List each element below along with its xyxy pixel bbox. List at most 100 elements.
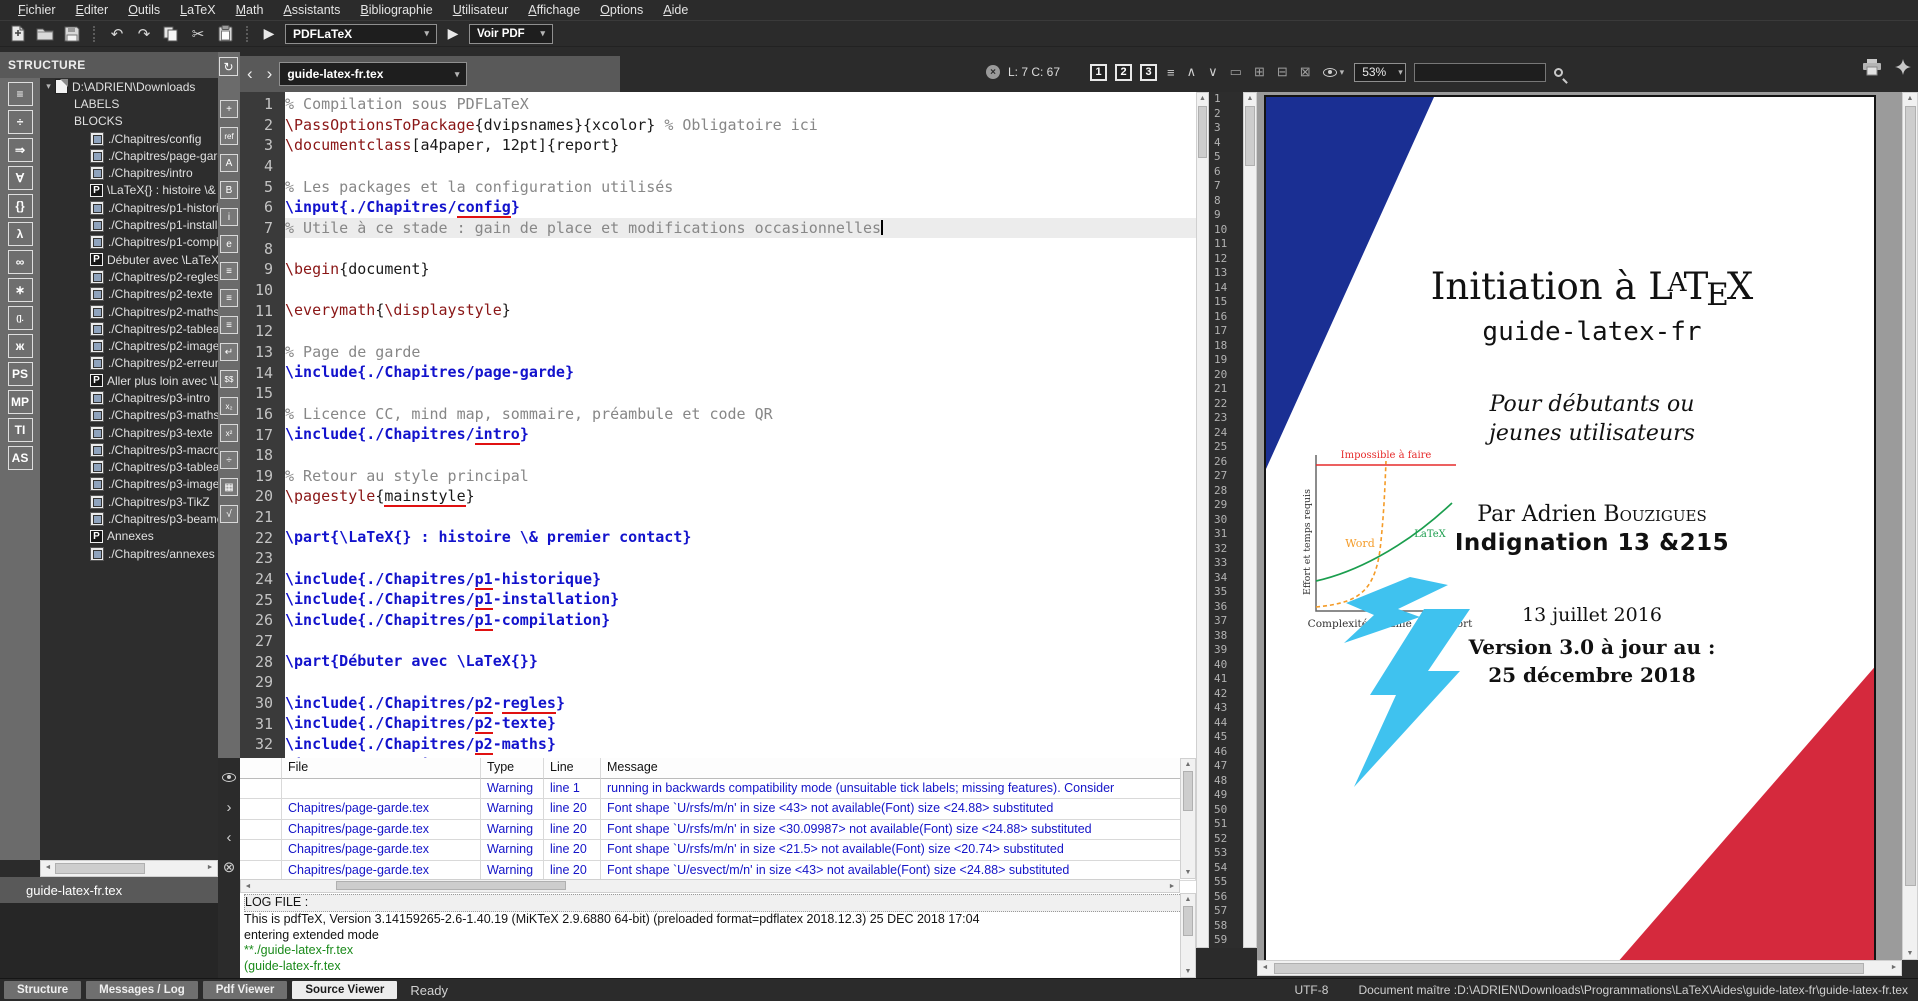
code-line-30[interactable]: \include{./Chapitres/p2-regles} bbox=[285, 693, 1196, 714]
code-line-13[interactable]: % Page de garde bbox=[285, 342, 1196, 363]
cut-icon[interactable]: ✂ bbox=[188, 24, 208, 44]
tree-item-chapitres-p2-maths[interactable]: ./Chapitres/p2-maths bbox=[40, 303, 218, 320]
menu-options[interactable]: Options bbox=[590, 1, 653, 19]
code-line-31[interactable]: \include{./Chapitres/p2-texte} bbox=[285, 713, 1196, 734]
code-line-24[interactable]: \include{./Chapitres/p1-historique} bbox=[285, 569, 1196, 590]
code-line-26[interactable]: \include{./Chapitres/p1-compilation} bbox=[285, 610, 1196, 631]
code-line-10[interactable] bbox=[285, 280, 1196, 301]
tree-item-chapitres-p3-tikz[interactable]: ./Chapitres/p3-TikZ bbox=[40, 493, 218, 510]
tree-item-chapitres-p1-compilation[interactable]: ./Chapitres/p1-compilation bbox=[40, 234, 218, 251]
pdf-hscrollbar[interactable]: ◄► bbox=[1257, 960, 1902, 976]
tree-item-aller-plus-loin-avec-latex[interactable]: PAller plus loin avec \LaTeX{} bbox=[40, 372, 218, 389]
refresh-structure-icon[interactable]: ↻ bbox=[219, 57, 238, 76]
symbols-menu-icon[interactable]: ≡ bbox=[8, 82, 33, 106]
tree-item-chapitres-p3-texte[interactable]: ./Chapitres/p3-texte bbox=[40, 424, 218, 441]
array-icon[interactable]: ▦ bbox=[220, 478, 238, 496]
prev-document-icon[interactable]: ‹ bbox=[240, 64, 260, 84]
sqrt-icon[interactable]: √ bbox=[220, 505, 238, 523]
pdf-vscrollbar[interactable]: ▲ ▼ bbox=[1902, 92, 1918, 960]
prev-result-icon[interactable]: ∧ bbox=[1185, 64, 1199, 80]
code-line-8[interactable] bbox=[285, 238, 1196, 259]
status-tab-structure[interactable]: Structure bbox=[4, 981, 81, 999]
code-line-9[interactable]: \begin{document} bbox=[285, 259, 1196, 280]
menu-bibliographie[interactable]: Bibliographie bbox=[350, 1, 442, 19]
tree-item-chapitres-p3-intro[interactable]: ./Chapitres/p3-intro bbox=[40, 389, 218, 406]
search-input[interactable] bbox=[1414, 63, 1546, 82]
close-panel-icon[interactable]: ⊗ bbox=[218, 856, 240, 878]
menu-editer[interactable]: Editer bbox=[66, 1, 119, 19]
menu-math[interactable]: Math bbox=[226, 1, 274, 19]
code-line-11[interactable]: \everymath{\displaystyle} bbox=[285, 300, 1196, 321]
code-line-27[interactable] bbox=[285, 631, 1196, 652]
subscript-icon[interactable]: x₂ bbox=[220, 397, 238, 415]
infinity-icon[interactable]: ∞ bbox=[8, 250, 33, 274]
as-chars-icon[interactable]: AS bbox=[8, 446, 33, 470]
tree-item-chapitres-p3-tableaux[interactable]: ./Chapitres/p3-tableaux bbox=[40, 459, 218, 476]
code-line-16[interactable]: % Licence CC, mind map, sommaire, préamb… bbox=[285, 404, 1196, 425]
menu-outils[interactable]: Outils bbox=[118, 1, 170, 19]
code-line-15[interactable] bbox=[285, 383, 1196, 404]
chevron-right-icon[interactable]: › bbox=[218, 796, 240, 818]
code-editor[interactable]: % Compilation sous PDFLaTeX\PassOptionsT… bbox=[285, 92, 1196, 758]
tree-item-chapitres-p3-macros[interactable]: ./Chapitres/p3-macros bbox=[40, 441, 218, 458]
forall-icon[interactable]: ∀ bbox=[8, 166, 33, 190]
tree-item-labels[interactable]: LABELS bbox=[40, 95, 218, 112]
redo-icon[interactable]: ↷ bbox=[134, 24, 154, 44]
code-line-1[interactable]: % Compilation sous PDFLaTeX bbox=[285, 94, 1196, 115]
source-viewer-vscrollbar[interactable]: ▲ bbox=[1243, 92, 1257, 948]
zoom-fit-icon[interactable]: ⊞ bbox=[1252, 64, 1267, 80]
open-folder-icon[interactable] bbox=[35, 24, 55, 44]
single-page-icon[interactable]: ▭ bbox=[1228, 64, 1244, 80]
newline-icon[interactable]: ↵ bbox=[220, 343, 238, 361]
next-result-icon[interactable]: ∨ bbox=[1206, 64, 1220, 80]
status-tab-source-viewer[interactable]: Source Viewer bbox=[292, 981, 397, 999]
status-tab-messages-log[interactable]: Messages / Log bbox=[86, 981, 198, 999]
code-line-6[interactable]: \input{./Chapitres/config} bbox=[285, 197, 1196, 218]
undo-icon[interactable]: ↶ bbox=[107, 24, 127, 44]
tree-item-chapitres-p2-texte[interactable]: ./Chapitres/p2-texte bbox=[40, 286, 218, 303]
tree-item-blocks[interactable]: BLOCKS bbox=[40, 113, 218, 130]
tree-item-chapitres-config[interactable]: ./Chapitres/config bbox=[40, 130, 218, 147]
message-row[interactable]: Chapitres/page-garde.texWarningline 20Fo… bbox=[240, 799, 1196, 819]
run-view-icon[interactable]: ▶ bbox=[444, 25, 462, 42]
delimiters-icon[interactable]: (]. bbox=[8, 306, 33, 330]
tree-item-chapitres-p1-installation[interactable]: ./Chapitres/p1-installation bbox=[40, 216, 218, 233]
code-line-32[interactable]: \include{./Chapitres/p2-maths} bbox=[285, 734, 1196, 755]
code-line-12[interactable] bbox=[285, 321, 1196, 342]
message-row[interactable]: Chapitres/page-garde.texWarningline 20Fo… bbox=[240, 820, 1196, 840]
run-compile-icon[interactable]: ▶ bbox=[260, 25, 278, 42]
message-row[interactable]: Chapitres/page-garde.texWarningline 20Fo… bbox=[240, 861, 1196, 881]
itemize-icon[interactable]: ≡ bbox=[220, 262, 238, 280]
frac-icon[interactable]: ÷ bbox=[220, 451, 238, 469]
tree-item-chapitres-intro[interactable]: ./Chapitres/intro bbox=[40, 164, 218, 181]
tree-item-chapitres-p3-images[interactable]: ./Chapitres/p3-images bbox=[40, 476, 218, 493]
code-line-19[interactable]: % Retour au style principal bbox=[285, 466, 1196, 487]
tree-item-chapitres-p3-maths[interactable]: ./Chapitres/p3-maths bbox=[40, 407, 218, 424]
tree-item-chapitres-p1-historique[interactable]: ./Chapitres/p1-historique bbox=[40, 199, 218, 216]
emph-icon[interactable]: e bbox=[220, 235, 238, 253]
tree-item-chapitres-p3-beamer[interactable]: ./Chapitres/p3-beamer bbox=[40, 510, 218, 527]
ti-chars-icon[interactable]: TI bbox=[8, 418, 33, 442]
block-list-icon[interactable]: ≡ bbox=[1165, 65, 1177, 80]
code-line-4[interactable] bbox=[285, 156, 1196, 177]
structure-hscrollbar[interactable]: ◄► bbox=[40, 860, 218, 877]
bold-icon[interactable]: B bbox=[220, 181, 238, 199]
print-icon[interactable] bbox=[1862, 58, 1882, 81]
inline-math-icon[interactable]: $$ bbox=[220, 370, 238, 388]
page-3-button[interactable]: 3 bbox=[1140, 64, 1157, 81]
code-line-25[interactable]: \include{./Chapitres/p1-installation} bbox=[285, 589, 1196, 610]
follow-cursor-eye-icon[interactable]: ▾ bbox=[1321, 67, 1347, 78]
tree-item-chapitres-p2-regles[interactable]: ./Chapitres/p2-regles bbox=[40, 268, 218, 285]
code-line-28[interactable]: \part{Débuter avec \LaTeX{}} bbox=[285, 651, 1196, 672]
code-line-3[interactable]: \documentclass[a4paper, 12pt]{report} bbox=[285, 135, 1196, 156]
close-viewer-icon[interactable]: ⊠ bbox=[1298, 64, 1313, 80]
code-line-18[interactable] bbox=[285, 445, 1196, 466]
tree-item-chapitres-p2-erreurs[interactable]: ./Chapitres/p2-erreurs bbox=[40, 355, 218, 372]
log-viewer[interactable]: LOG FILE :This is pdfTeX, Version 3.1415… bbox=[240, 893, 1196, 978]
zoom-select[interactable]: 53% ▾ bbox=[1354, 63, 1406, 82]
page-1-button[interactable]: 1 bbox=[1090, 64, 1107, 81]
greek-icon[interactable]: λ bbox=[8, 222, 33, 246]
code-line-29[interactable] bbox=[285, 672, 1196, 693]
menu-utilisateur[interactable]: Utilisateur bbox=[443, 1, 519, 19]
compiler-select[interactable]: PDFLaTeX▾ bbox=[285, 24, 437, 44]
